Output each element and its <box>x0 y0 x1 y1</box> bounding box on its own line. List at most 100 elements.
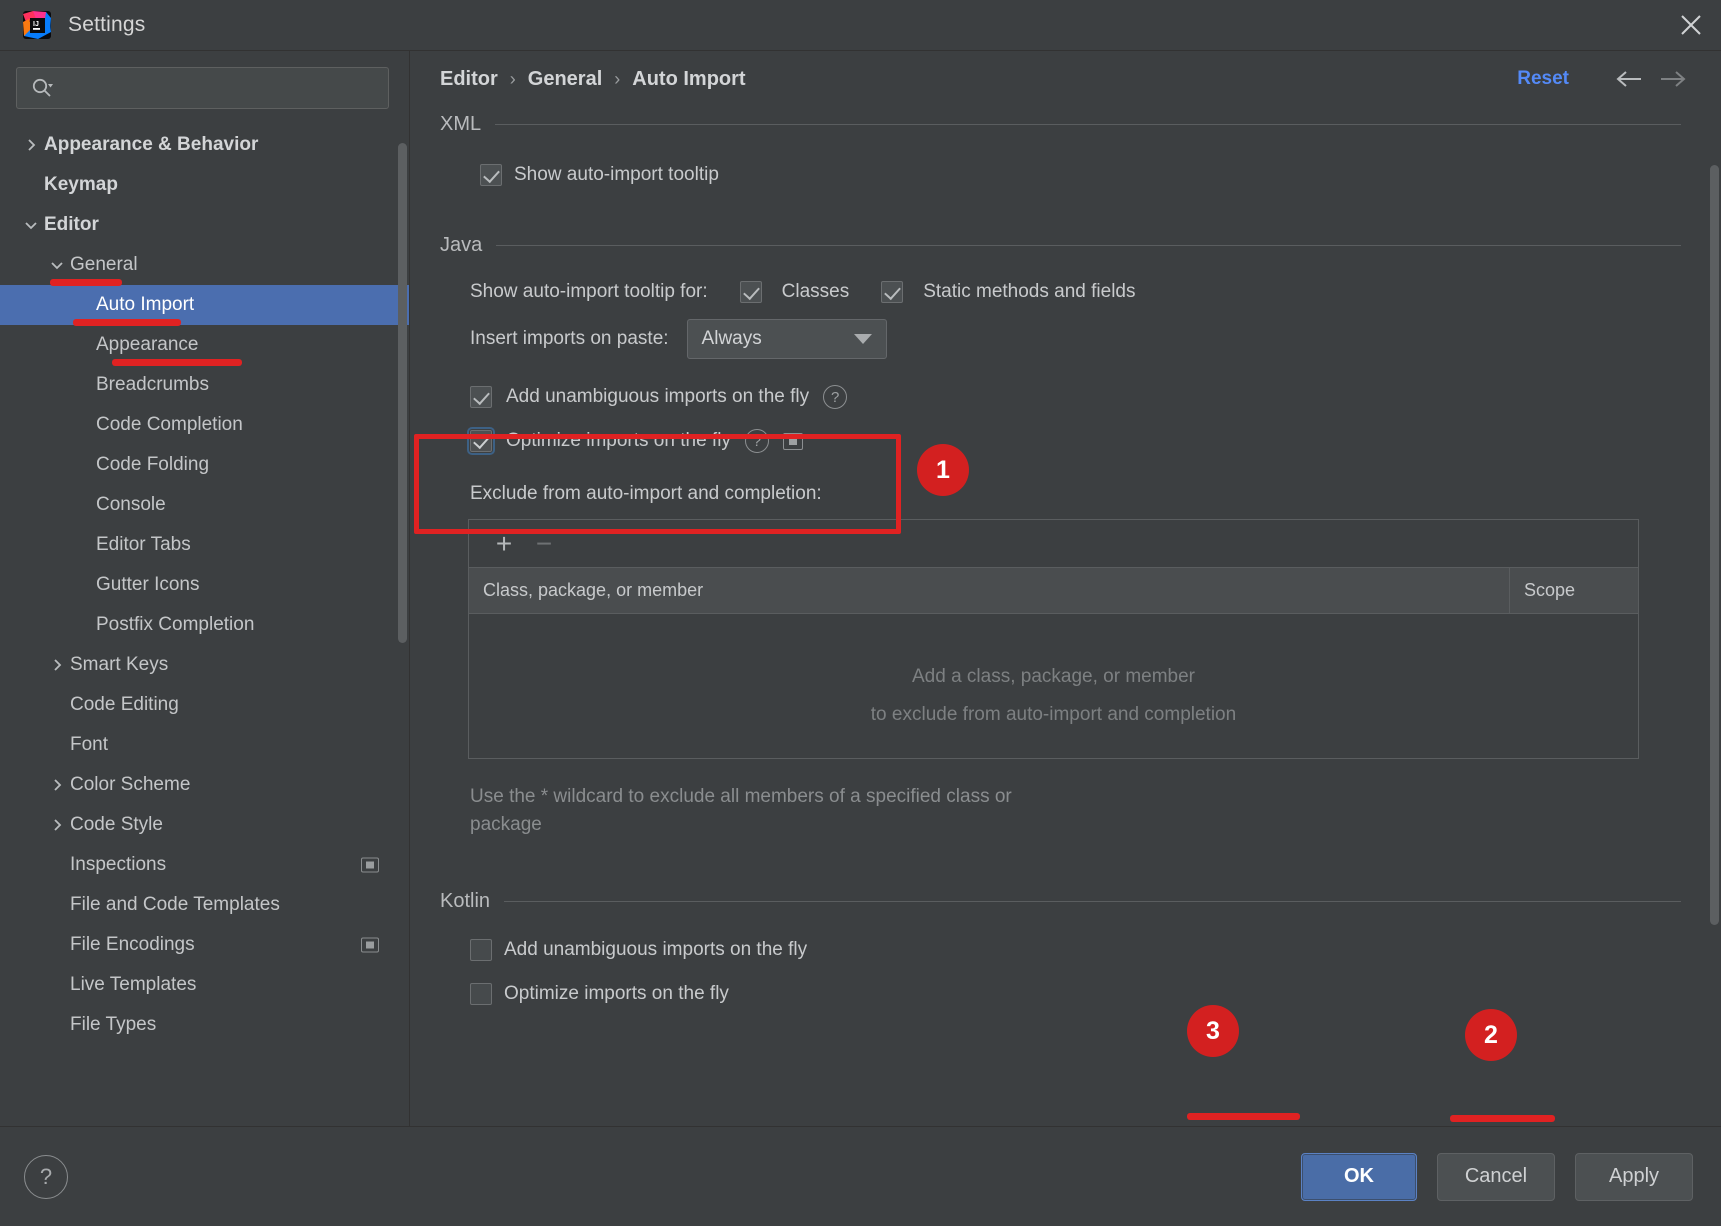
empty-state-line-2: to exclude from auto-import and completi… <box>870 704 1237 725</box>
ok-button[interactable]: OK <box>1301 1152 1417 1201</box>
content-scrollbar[interactable] <box>1710 165 1719 1122</box>
dialog-body: Appearance & Behavior Keymap Editor General… <box>0 50 1721 1126</box>
kotlin-optimize-imports-label: Optimize imports on the fly <box>504 983 729 1005</box>
breadcrumb-separator: › <box>509 68 516 89</box>
sidebar-item-appearance[interactable]: Appearance <box>0 325 409 365</box>
sidebar-item-general[interactable]: General <box>0 245 409 285</box>
remove-exclusion-button[interactable]: − <box>527 527 561 561</box>
chevron-right-icon[interactable] <box>44 778 70 792</box>
java-add-unambiguous-checkbox[interactable] <box>470 386 492 408</box>
kotlin-add-unambiguous-checkbox[interactable] <box>470 939 492 962</box>
svg-text:IJ: IJ <box>33 21 39 28</box>
sidebar-item-label: Smart Keys <box>70 654 169 675</box>
sidebar-item-auto-import[interactable]: Auto Import <box>0 285 409 325</box>
sidebar-item-file-and-code-templates[interactable]: File and Code Templates <box>0 885 409 925</box>
cancel-button[interactable]: Cancel <box>1437 1152 1555 1201</box>
search-input[interactable] <box>59 79 378 97</box>
java-optimize-imports-label: Optimize imports on the fly <box>506 430 731 451</box>
project-scope-icon <box>361 857 379 873</box>
java-optimize-imports-checkbox[interactable] <box>467 427 495 455</box>
sidebar-item-file-types[interactable]: File Types <box>0 1005 409 1045</box>
java-static-methods-checkbox[interactable] <box>881 281 904 303</box>
kotlin-add-unambiguous-row[interactable]: Add unambiguous imports on the fly <box>422 939 1681 962</box>
section-kotlin-title: Kotlin <box>440 890 491 913</box>
sidebar-item-code-completion[interactable]: Code Completion <box>0 405 409 445</box>
sidebar-item-label: Postfix Completion <box>96 614 255 635</box>
breadcrumb-item-general[interactable]: General <box>528 68 602 91</box>
chevron-right-icon[interactable] <box>44 818 70 832</box>
sidebar-item-editor-tabs[interactable]: Editor Tabs <box>0 525 409 565</box>
add-exclusion-button[interactable]: + <box>487 527 521 561</box>
sidebar-item-label: Code Style <box>70 814 163 835</box>
sidebar-item-label: Code Editing <box>70 694 179 715</box>
arrow-right-icon[interactable] <box>1655 61 1691 97</box>
section-divider <box>504 901 1681 903</box>
project-scope-icon[interactable] <box>782 432 803 450</box>
sidebar-item-label: Keymap <box>44 174 118 195</box>
sidebar-scrollbar-thumb[interactable] <box>398 143 407 643</box>
sidebar-item-file-encodings[interactable]: File Encodings <box>0 925 409 965</box>
java-insert-imports-row: Insert imports on paste: Always <box>422 319 1681 359</box>
sidebar-item-color-scheme[interactable]: Color Scheme <box>0 765 409 805</box>
sidebar-item-label: Inspections <box>70 854 167 875</box>
breadcrumb-bar: Editor › General › Auto Import Reset <box>410 51 1721 107</box>
sidebar-item-live-templates[interactable]: Live Templates <box>0 965 409 1005</box>
sidebar-item-editor[interactable]: Editor <box>0 205 409 245</box>
sidebar-item-smart-keys[interactable]: Smart Keys <box>0 645 409 685</box>
kotlin-optimize-imports-row[interactable]: Optimize imports on the fly <box>422 983 1681 1006</box>
column-header-class[interactable]: Class, package, or member <box>469 568 1510 613</box>
exclude-table: + − Class, package, or member Scope Add … <box>468 519 1639 759</box>
sidebar-item-code-editing[interactable]: Code Editing <box>0 685 409 725</box>
help-circle-icon[interactable]: ? <box>823 385 848 409</box>
column-header-scope[interactable]: Scope <box>1510 568 1638 613</box>
sidebar-scrollbar[interactable] <box>398 123 407 683</box>
close-icon[interactable] <box>1661 0 1721 50</box>
sidebar-item-label: Code Completion <box>96 414 243 435</box>
sidebar-item-code-folding[interactable]: Code Folding <box>0 445 409 485</box>
sidebar-item-label: Breadcrumbs <box>96 374 209 395</box>
chevron-down-icon <box>853 334 872 344</box>
sidebar-item-postfix-completion[interactable]: Postfix Completion <box>0 605 409 645</box>
chevron-right-icon[interactable] <box>18 138 44 152</box>
chevron-down-icon[interactable] <box>44 258 70 272</box>
breadcrumb-item-editor[interactable]: Editor <box>440 68 498 91</box>
sidebar-item-label: Live Templates <box>70 974 197 995</box>
sidebar-item-appearance-behavior[interactable]: Appearance & Behavior <box>0 125 409 165</box>
settings-tree[interactable]: Appearance & Behavior Keymap Editor General… <box>0 123 409 1126</box>
sidebar-item-label: Appearance & Behavior <box>44 134 259 155</box>
java-optimize-imports-row[interactable]: Optimize imports on the fly ? <box>422 427 1681 455</box>
arrow-left-icon[interactable] <box>1611 61 1647 97</box>
settings-dialog: IJ Settings Appearance & Behavior Keymap… <box>0 0 1721 1226</box>
xml-show-tooltip-checkbox[interactable] <box>480 164 502 186</box>
sidebar-item-keymap[interactable]: Keymap <box>0 165 409 205</box>
reset-link[interactable]: Reset <box>1517 68 1569 90</box>
exclude-table-toolbar: + − <box>469 520 1638 568</box>
exclude-section-label: Exclude from auto-import and completion: <box>470 483 822 504</box>
help-circle-icon[interactable]: ? <box>744 429 769 453</box>
kotlin-optimize-imports-checkbox[interactable] <box>470 983 492 1006</box>
java-add-unambiguous-row[interactable]: Add unambiguous imports on the fly ? <box>422 385 1681 409</box>
java-classes-checkbox[interactable] <box>739 281 762 303</box>
sidebar-item-label: Editor Tabs <box>96 534 191 555</box>
window-title: Settings <box>68 13 146 36</box>
sidebar-item-font[interactable]: Font <box>0 725 409 765</box>
section-kotlin-header: Kotlin <box>422 890 1681 913</box>
apply-button[interactable]: Apply <box>1575 1152 1693 1201</box>
content-scrollbar-thumb[interactable] <box>1710 165 1719 925</box>
insert-imports-on-paste-select[interactable]: Always <box>686 319 887 359</box>
xml-show-tooltip-row[interactable]: Show auto-import tooltip <box>422 164 1681 186</box>
search-box[interactable] <box>16 67 389 109</box>
sidebar-item-inspections[interactable]: Inspections <box>0 845 409 885</box>
sidebar-item-gutter-icons[interactable]: Gutter Icons <box>0 565 409 605</box>
search-container <box>0 51 409 123</box>
sidebar-item-label: File Types <box>70 1014 157 1035</box>
chevron-down-icon[interactable] <box>18 218 44 232</box>
java-tooltip-for-label: Show auto-import tooltip for: <box>470 281 708 302</box>
sidebar-item-label: General <box>70 254 138 275</box>
sidebar-item-code-style[interactable]: Code Style <box>0 805 409 845</box>
sidebar-item-breadcrumbs[interactable]: Breadcrumbs <box>0 365 409 405</box>
sidebar-item-console[interactable]: Console <box>0 485 409 525</box>
help-button[interactable]: ? <box>24 1154 68 1199</box>
sidebar-item-label: File and Code Templates <box>70 894 280 915</box>
chevron-right-icon[interactable] <box>44 658 70 672</box>
